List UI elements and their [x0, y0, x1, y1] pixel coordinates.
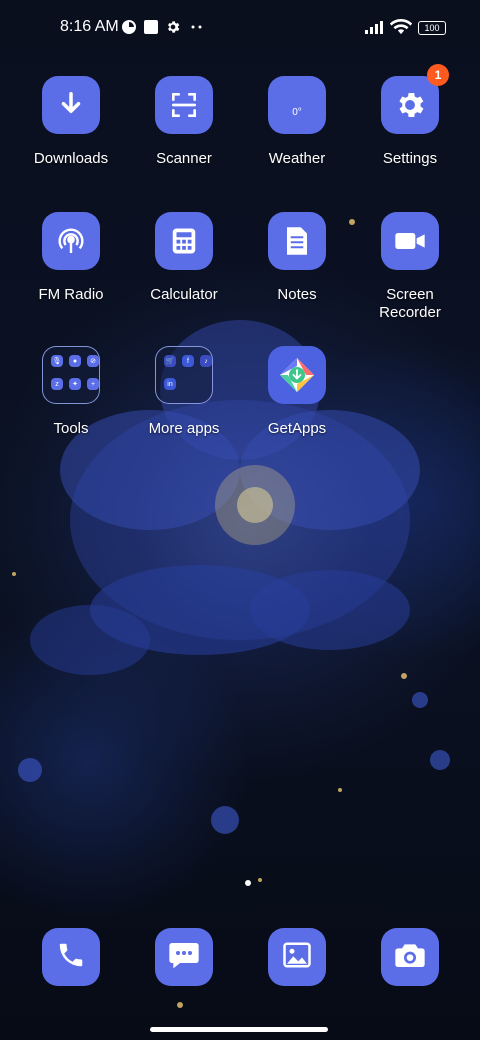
compass-icon: ⊘ — [87, 355, 99, 367]
dock-gallery[interactable] — [268, 928, 326, 986]
app-calculator[interactable]: Calculator — [129, 212, 239, 304]
app-label: Settings — [382, 150, 438, 167]
app-label: FM Radio — [38, 286, 104, 303]
folder-more-apps[interactable]: 🛒 f ♪ in More apps — [129, 346, 239, 438]
app-label: GetApps — [267, 420, 327, 437]
signal-icon — [364, 19, 386, 40]
dock-camera[interactable] — [381, 928, 439, 986]
app-screen-recorder[interactable]: Screen Recorder — [355, 212, 465, 322]
weather-icon: 0° — [268, 76, 326, 134]
status-time: 8:16 AM — [60, 18, 119, 35]
settings-gear-icon — [165, 19, 181, 40]
radio-icon — [42, 212, 100, 270]
gear-icon: 1 — [381, 64, 449, 134]
phone-icon — [56, 940, 86, 975]
app-getapps[interactable]: GetApps — [242, 346, 352, 438]
facebook-icon: f — [182, 355, 194, 367]
app-settings[interactable]: 1 Settings — [355, 64, 465, 168]
app-fm-radio[interactable]: FM Radio — [16, 212, 126, 304]
plus-icon: + — [87, 378, 99, 390]
music-icon: ♪ — [200, 355, 212, 367]
cleaner-icon: ✦ — [69, 378, 81, 390]
app-mini-icon: ● — [69, 355, 81, 367]
folder-tools[interactable]: 🎙 ● ⊘ z ✦ + Tools — [16, 346, 126, 438]
app-label: Downloads — [33, 150, 109, 167]
download-arrow-icon — [42, 76, 100, 134]
wifi-icon — [389, 18, 413, 40]
getapps-icon — [268, 346, 326, 404]
notification-badge: 1 — [427, 64, 449, 86]
sleep-icon: z — [51, 378, 63, 390]
dock-messages[interactable] — [155, 928, 213, 986]
more-dots-icon — [190, 19, 204, 40]
status-bar: 8:16 AM 100 — [0, 0, 480, 56]
folder-label: Tools — [53, 420, 89, 437]
home-indicator[interactable] — [150, 1027, 328, 1032]
page-indicator-dot — [245, 880, 251, 886]
battery-icon: 100 — [418, 21, 446, 35]
folder-preview: 🎙 ● ⊘ z ✦ + — [42, 346, 100, 404]
app-scanner[interactable]: Scanner — [129, 76, 239, 168]
weather-temperature: 0° — [292, 106, 302, 118]
folder-preview: 🛒 f ♪ in — [155, 346, 213, 404]
camera-icon — [394, 941, 426, 974]
linkedin-icon: in — [164, 378, 176, 390]
app-weather[interactable]: 0° Weather — [242, 76, 352, 168]
app-label: Notes — [277, 286, 317, 303]
dock-phone[interactable] — [42, 928, 100, 986]
app-status-icon — [121, 19, 137, 40]
notes-icon — [268, 212, 326, 270]
app-downloads[interactable]: Downloads — [16, 76, 126, 168]
app-label: Scanner — [156, 150, 212, 167]
cart-icon: 🛒 — [164, 355, 176, 367]
mic-icon: 🎙 — [51, 355, 63, 367]
scanner-icon — [155, 76, 213, 134]
gallery-icon — [282, 941, 312, 974]
app-label: Weather — [268, 150, 326, 167]
calculator-icon — [155, 212, 213, 270]
notification-square-icon — [143, 19, 159, 40]
app-label: Calculator — [150, 286, 218, 303]
video-camera-icon — [381, 212, 439, 270]
folder-label: More apps — [148, 420, 220, 437]
app-label: Screen Recorder — [379, 286, 441, 321]
app-notes[interactable]: Notes — [242, 212, 352, 304]
message-bubble-icon — [168, 940, 200, 975]
